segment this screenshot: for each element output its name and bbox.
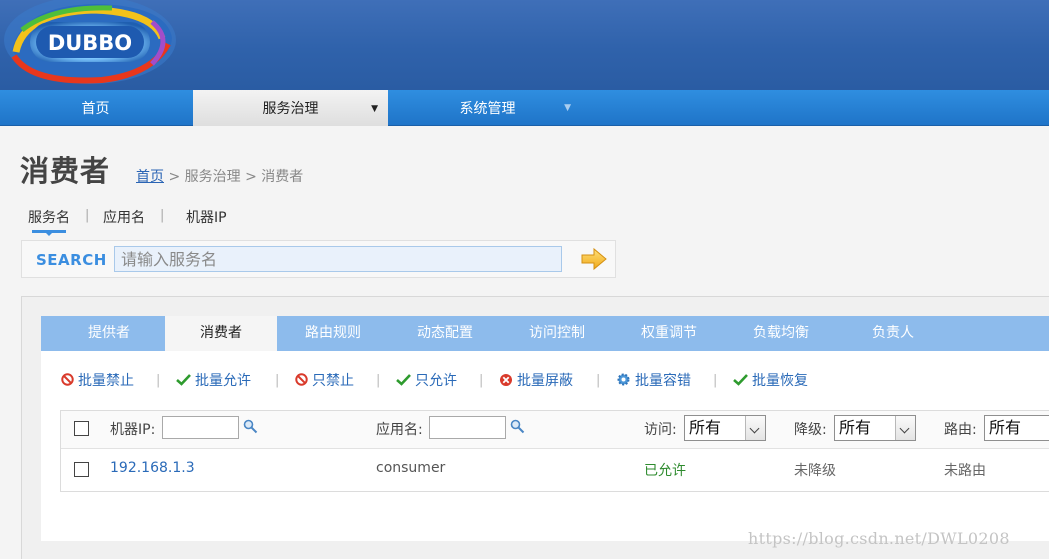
search-input[interactable] <box>114 246 562 272</box>
chevron-down-icon <box>895 416 915 440</box>
batch-restore-button[interactable]: 批量恢复 <box>733 371 808 391</box>
access-label: 访问: <box>644 422 677 438</box>
gear-icon <box>617 373 630 386</box>
row-checkbox[interactable] <box>74 462 89 477</box>
breadcrumb-separator: > <box>168 169 181 185</box>
batch-allow-button[interactable]: 批量允许 <box>176 371 251 391</box>
action-separator: | <box>156 373 161 388</box>
block-icon <box>500 373 512 386</box>
search-tab-machine-ip[interactable]: 机器IP <box>186 207 227 227</box>
search-tab-app-name[interactable]: 应用名 <box>103 207 145 227</box>
row-route-status: 未路由 <box>944 463 986 479</box>
access-select-value: 所有 <box>689 418 722 437</box>
active-tab-pointer <box>44 231 54 236</box>
action-label: 批量屏蔽 <box>517 373 573 389</box>
nav-item-label: 服务治理 <box>262 101 319 117</box>
sub-nav: 提供者 消费者 路由规则 动态配置 访问控制 权重调节 负载均衡 负责人 <box>41 316 1049 351</box>
tab-access-control[interactable]: 访问控制 <box>501 316 613 351</box>
check-icon <box>396 374 411 386</box>
nav-item-label: 首页 <box>81 101 110 117</box>
action-label: 批量禁止 <box>78 373 134 389</box>
select-all-checkbox[interactable] <box>74 421 89 436</box>
allow-only-button[interactable]: 只允许 <box>396 371 457 391</box>
forbid-icon <box>61 373 74 386</box>
batch-fault-tolerance-button[interactable]: 批量容错 <box>616 371 691 391</box>
machine-ip-label: 机器IP: <box>110 422 156 438</box>
action-label: 只禁止 <box>312 373 354 389</box>
action-label: 批量恢复 <box>752 373 808 389</box>
search-tab-service-name[interactable]: 服务名 <box>28 207 70 227</box>
row-ip-link[interactable]: 192.168.1.3 <box>110 460 195 476</box>
nav-item-label: 系统管理 <box>459 101 516 117</box>
watermark-text: https://blog.csdn.net/DWL0208 <box>748 529 1010 548</box>
search-icon[interactable] <box>243 419 258 434</box>
main-nav: 首页 服务治理 ▼ 系统管理 ▼ <box>0 90 1049 126</box>
breadcrumb-current: 消费者 <box>261 169 304 185</box>
caret-down-icon: ▼ <box>564 103 571 113</box>
row-degrade-status: 未降级 <box>794 463 836 479</box>
nav-item-home[interactable]: 首页 <box>0 90 191 126</box>
route-label: 路由: <box>944 422 977 438</box>
tab-load-balance[interactable]: 负载均衡 <box>725 316 837 351</box>
action-separator: | <box>713 373 718 388</box>
action-label: 只允许 <box>415 373 457 389</box>
tab-consumers[interactable]: 消费者 <box>165 316 277 351</box>
app-name-label: 应用名: <box>376 422 423 438</box>
access-select[interactable]: 所有 <box>684 415 766 441</box>
tab-separator: | <box>160 208 165 223</box>
breadcrumb-separator: > <box>245 169 257 185</box>
tab-providers[interactable]: 提供者 <box>53 316 165 351</box>
route-select[interactable]: 所有 <box>984 415 1049 441</box>
batch-forbid-button[interactable]: 批量禁止 <box>61 371 134 391</box>
nav-item-system-management[interactable]: 系统管理 ▼ <box>390 90 585 126</box>
dubbo-logo[interactable]: DUBBO <box>2 0 178 86</box>
search-label: SEARCH <box>36 251 107 269</box>
forbid-only-button[interactable]: 只禁止 <box>295 371 354 391</box>
forbid-icon <box>295 373 308 386</box>
tab-routing-rules[interactable]: 路由规则 <box>277 316 389 351</box>
action-separator: | <box>376 373 381 388</box>
check-icon <box>176 374 191 386</box>
app-name-filter-input[interactable] <box>429 416 506 439</box>
route-select-value: 所有 <box>989 418 1022 437</box>
breadcrumb-section: 服务治理 <box>184 169 241 185</box>
nav-item-service-governance[interactable]: 服务治理 ▼ <box>193 90 388 126</box>
degrade-label: 降级: <box>794 422 827 438</box>
search-bar: SEARCH <box>21 240 616 278</box>
caret-down-icon: ▼ <box>371 104 378 114</box>
tab-separator: | <box>85 208 90 223</box>
chevron-down-icon <box>745 416 765 440</box>
tab-dynamic-config[interactable]: 动态配置 <box>389 316 501 351</box>
page-title: 消费者 <box>20 154 111 188</box>
logo-text: DUBBO <box>48 31 132 55</box>
degrade-select[interactable]: 所有 <box>834 415 916 441</box>
check-icon <box>733 374 748 386</box>
search-icon[interactable] <box>510 419 525 434</box>
breadcrumb-home-link[interactable]: 首页 <box>136 169 164 185</box>
header-banner: DUBBO <box>0 0 1049 90</box>
machine-ip-filter-input[interactable] <box>162 416 239 439</box>
breadcrumb: 首页 > 服务治理 > 消费者 <box>136 166 303 186</box>
action-label: 批量允许 <box>195 373 251 389</box>
action-separator: | <box>596 373 601 388</box>
degrade-select-value: 所有 <box>839 418 872 437</box>
action-label: 批量容错 <box>635 373 691 389</box>
row-app-name: consumer <box>376 460 446 476</box>
action-separator: | <box>479 373 484 388</box>
row-access-status: 已允许 <box>644 463 686 479</box>
action-separator: | <box>275 373 280 388</box>
arrow-right-icon[interactable] <box>580 247 608 271</box>
tab-weight-adjust[interactable]: 权重调节 <box>613 316 725 351</box>
tab-owner[interactable]: 负责人 <box>837 316 949 351</box>
batch-block-button[interactable]: 批量屏蔽 <box>499 371 573 391</box>
